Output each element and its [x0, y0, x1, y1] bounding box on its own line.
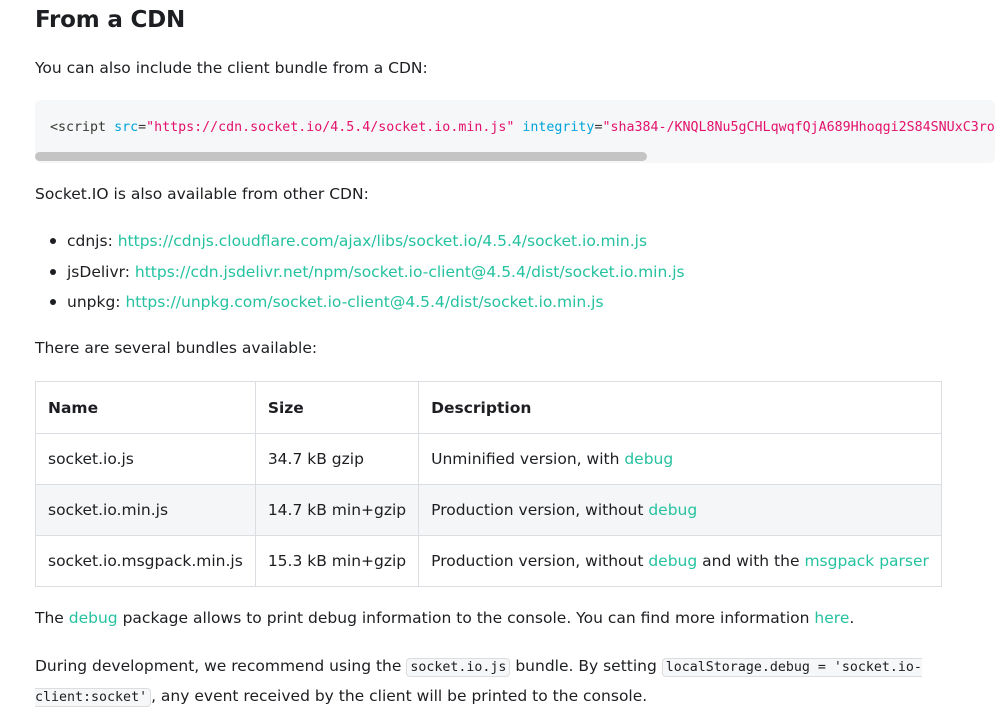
bundle-name: socket.io.min.js — [35, 484, 256, 536]
dev-note-text: bundle. By setting — [510, 657, 662, 675]
bundle-description: Unminified version, with debug — [418, 433, 942, 485]
table-header-row: Name Size Description — [35, 381, 942, 434]
cdn-link[interactable]: https://cdnjs.cloudflare.com/ajax/libs/s… — [118, 232, 647, 250]
bundle-name: socket.io.js — [35, 433, 256, 485]
bundle-size: 15.3 kB min+gzip — [254, 535, 420, 587]
table-row: socket.io.js 34.7 kB gzip Unminified ver… — [35, 433, 942, 485]
cdn-link[interactable]: https://cdn.jsdelivr.net/npm/socket.io-c… — [135, 263, 685, 281]
cdn-name: unpkg: — [67, 293, 126, 311]
bundle-name: socket.io.msgpack.min.js — [35, 535, 256, 587]
code-attr-integrity: integrity — [522, 120, 595, 135]
table-row: socket.io.msgpack.min.js 15.3 kB min+gzi… — [35, 535, 942, 587]
code-attr-src: src — [114, 120, 139, 135]
bundle-description: Production version, without debug — [418, 484, 942, 536]
debug-note: The debug package allows to print debug … — [35, 609, 854, 627]
other-cdn-heading: Socket.IO is also available from other C… — [35, 185, 369, 203]
code-eq: = — [138, 120, 147, 135]
debug-link[interactable]: debug — [648, 552, 697, 570]
msgpack-parser-link[interactable]: msgpack parser — [804, 552, 928, 570]
code-line: <script src="https://cdn.socket.io/4.5.4… — [50, 120, 995, 135]
here-link[interactable]: here — [814, 609, 849, 627]
desc-text: Unminified version, with — [431, 450, 625, 468]
cdn-name: cdnjs: — [67, 232, 118, 250]
column-header-size: Size — [254, 381, 420, 434]
debug-note-text: package allows to print debug informatio… — [117, 609, 815, 627]
dev-note: During development, we recommend using t… — [35, 652, 975, 712]
section-title: From a CDN — [35, 7, 186, 33]
desc-text: and with the — [697, 552, 805, 570]
table-row: socket.io.min.js 14.7 kB min+gzip Produc… — [35, 484, 942, 536]
debug-note-prefix: The — [35, 609, 69, 627]
bullet-icon — [50, 299, 56, 305]
dev-note-text: , any event received by the client will … — [151, 687, 648, 705]
list-item: unpkg: https://unpkg.com/socket.io-clien… — [35, 289, 685, 320]
code-horizontal-scrollbar[interactable] — [35, 152, 647, 161]
list-item: jsDelivr: https://cdn.jsdelivr.net/npm/s… — [35, 259, 685, 290]
debug-link[interactable]: debug — [648, 501, 697, 519]
debug-link[interactable]: debug — [624, 450, 673, 468]
bundles-table: Name Size Description socket.io.js 34.7 … — [35, 381, 942, 587]
code-tag-open: <script — [50, 120, 107, 135]
debug-package-link[interactable]: debug — [69, 609, 118, 627]
column-header-description: Description — [418, 381, 942, 434]
bundle-size: 34.7 kB gzip — [254, 433, 420, 485]
code-src-value: "https://cdn.socket.io/4.5.4/socket.io.m… — [146, 120, 515, 135]
code-integrity-value: "sha384-/KNQL8Nu5gCHLqwqfQjA689Hhoqgi2S8… — [602, 120, 995, 135]
bundles-heading: There are several bundles available: — [35, 339, 318, 357]
desc-text: Production version, without — [431, 552, 649, 570]
bullet-icon — [50, 268, 56, 275]
bullet-icon — [50, 238, 56, 244]
cdn-list: cdnjs: https://cdnjs.cloudflare.com/ajax… — [35, 228, 685, 320]
intro-text: You can also include the client bundle f… — [35, 59, 428, 77]
bundle-size: 14.7 kB min+gzip — [254, 484, 420, 536]
dev-note-text: During development, we recommend using t… — [35, 657, 407, 675]
bundle-description: Production version, without debug and wi… — [418, 535, 942, 587]
cdn-name: jsDelivr: — [67, 262, 135, 281]
desc-text: Production version, without — [431, 501, 649, 519]
column-header-name: Name — [35, 381, 256, 434]
cdn-link[interactable]: https://unpkg.com/socket.io-client@4.5.4… — [125, 293, 603, 311]
debug-note-suffix: . — [849, 609, 855, 627]
list-item: cdnjs: https://cdnjs.cloudflare.com/ajax… — [35, 228, 685, 259]
inline-code: socket.io.js — [406, 658, 511, 677]
